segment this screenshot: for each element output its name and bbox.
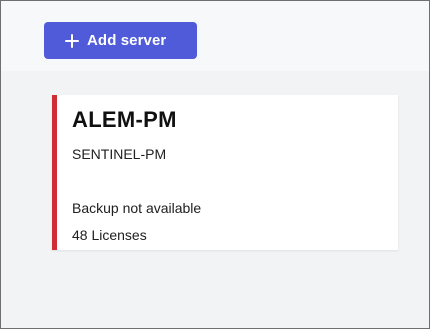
server-name: ALEM-PM	[72, 107, 177, 132]
add-server-label: Add server	[87, 32, 167, 49]
toolbar: Add server	[1, 1, 429, 71]
servers-panel: Add server ALEM-PM SENTINEL-PM Backup no…	[0, 0, 430, 329]
server-card[interactable]: ALEM-PM SENTINEL-PM Backup not available…	[52, 95, 398, 250]
add-server-button[interactable]: Add server	[44, 22, 197, 59]
license-count: 48 Licenses	[72, 227, 147, 243]
backup-status: Backup not available	[72, 200, 202, 216]
server-host: SENTINEL-PM	[72, 146, 167, 162]
plus-icon	[65, 33, 79, 48]
